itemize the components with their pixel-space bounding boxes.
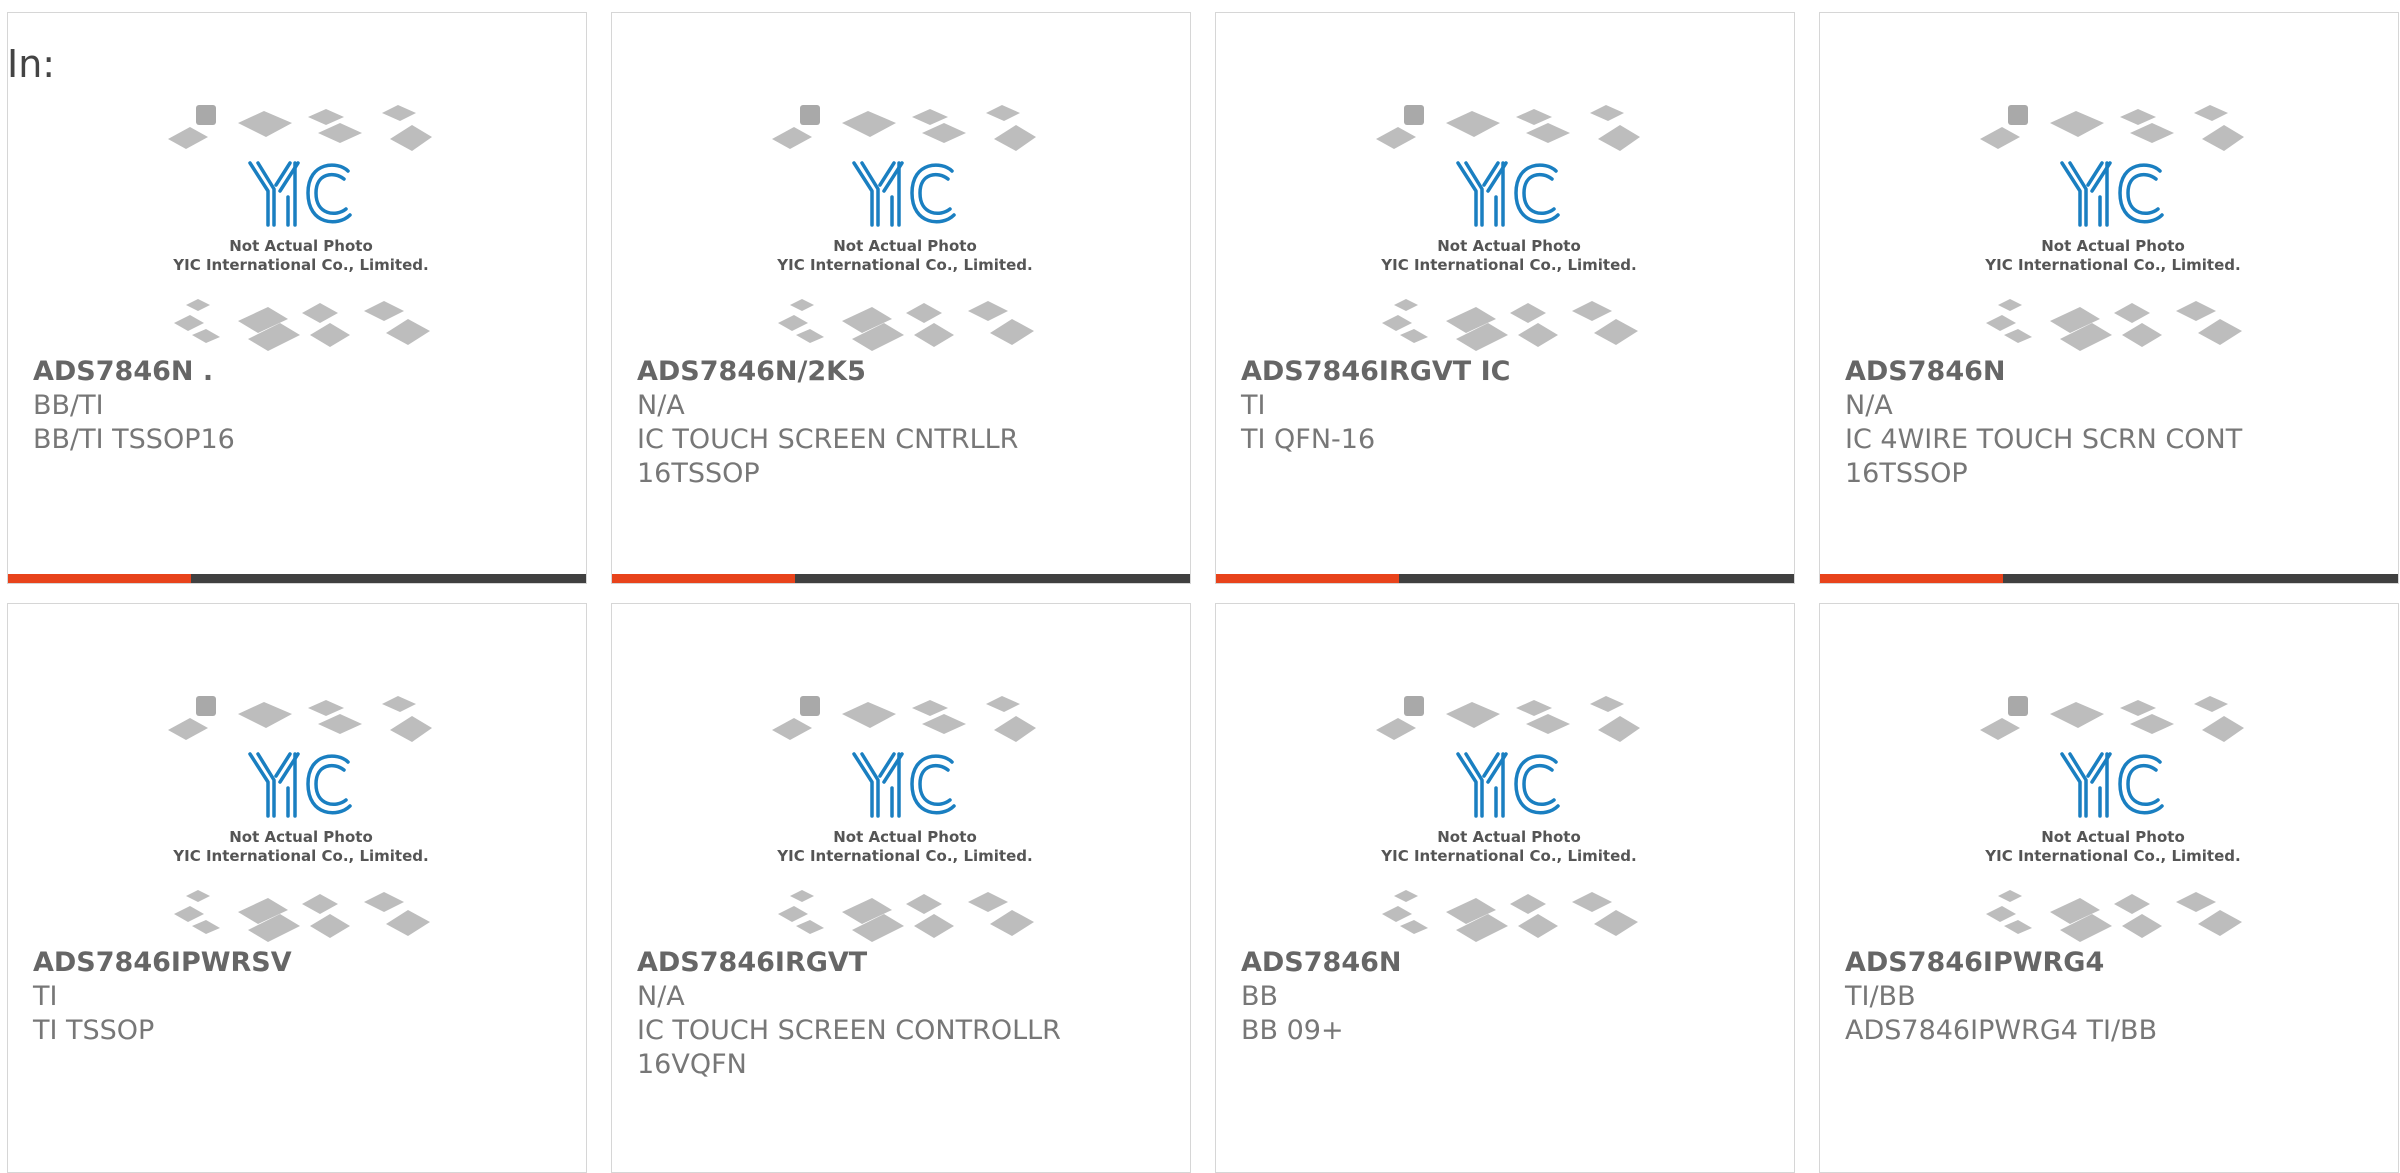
product-photo-placeholder[interactable]: Not Actual Photo YIC International Co., … — [772, 692, 1038, 948]
card-footer-accent — [8, 574, 191, 583]
product-card-6[interactable]: Not Actual Photo YIC International Co., … — [611, 603, 1191, 1173]
chip-cluster-bottom-icon — [1986, 299, 2242, 351]
card-footer-accent — [612, 574, 795, 583]
product-card-1[interactable]: Not Actual Photo YIC International Co., … — [7, 12, 587, 584]
card-footer-bar — [8, 574, 586, 583]
description: TI TSSOP — [33, 1015, 155, 1046]
chip-cluster-top-icon — [168, 105, 432, 151]
yic-logo-icon — [2060, 161, 2164, 227]
yic-logo-icon — [2060, 752, 2164, 818]
product-card-7[interactable]: Not Actual Photo YIC International Co., … — [1215, 603, 1795, 1173]
part-number[interactable]: ADS7846IRGVT — [637, 946, 1170, 980]
product-info: ADS7846IRGVT N/A IC TOUCH SCREEN CONTROL… — [637, 946, 1170, 1082]
description: BB 09+ — [1241, 1015, 1344, 1046]
yic-logo-icon — [248, 161, 352, 227]
part-number[interactable]: ADS7846N/2K5 — [637, 355, 1170, 389]
yic-logo-icon — [852, 161, 956, 227]
product-info: ADS7846IPWRSV TI TI TSSOP — [33, 946, 566, 1048]
description: IC 4WIRE TOUCH SCRN CONT 16TSSOP — [1845, 424, 2243, 489]
manufacturer: N/A — [637, 390, 685, 421]
chip-cluster-top-icon — [772, 696, 1036, 742]
photo-caption-line2: YIC International Co., Limited. — [1984, 847, 2240, 865]
product-card-3[interactable]: Not Actual Photo YIC International Co., … — [1215, 12, 1795, 584]
photo-caption-line1: Not Actual Photo — [833, 828, 977, 846]
product-photo-placeholder[interactable]: Not Actual Photo YIC International Co., … — [1980, 101, 2246, 357]
photo-caption-line1: Not Actual Photo — [1437, 237, 1581, 255]
photo-caption-line2: YIC International Co., Limited. — [172, 256, 428, 274]
chip-cluster-top-icon — [1980, 696, 2244, 742]
product-card-2[interactable]: Not Actual Photo YIC International Co., … — [611, 12, 1191, 584]
card-footer-bar — [1216, 574, 1794, 583]
part-number[interactable]: ADS7846IPWRG4 — [1845, 946, 2378, 980]
manufacturer: TI — [1241, 390, 1266, 421]
chip-cluster-bottom-icon — [174, 299, 430, 351]
part-number[interactable]: ADS7846IPWRSV — [33, 946, 566, 980]
product-info: ADS7846IRGVT IC TI TI QFN-16 — [1241, 355, 1774, 457]
part-number[interactable]: ADS7846IRGVT IC — [1241, 355, 1774, 389]
product-info: ADS7846N . BB/TI BB/TI TSSOP16 — [33, 355, 566, 457]
chip-cluster-top-icon — [168, 696, 432, 742]
photo-caption-line1: Not Actual Photo — [229, 237, 373, 255]
photo-caption-line2: YIC International Co., Limited. — [1380, 256, 1636, 274]
chip-cluster-bottom-icon — [778, 299, 1034, 351]
manufacturer: TI — [33, 981, 58, 1012]
manufacturer: BB — [1241, 981, 1279, 1012]
photo-caption-line2: YIC International Co., Limited. — [1984, 256, 2240, 274]
description: IC TOUCH SCREEN CNTRLLR 16TSSOP — [637, 424, 1019, 489]
photo-caption-line2: YIC International Co., Limited. — [1380, 847, 1636, 865]
card-footer-bar — [612, 574, 1190, 583]
photo-caption-line1: Not Actual Photo — [229, 828, 373, 846]
product-info: ADS7846N N/A IC 4WIRE TOUCH SCRN CONT 16… — [1845, 355, 2378, 491]
product-grid: Not Actual Photo YIC International Co., … — [0, 0, 2400, 1173]
product-card-4[interactable]: Not Actual Photo YIC International Co., … — [1819, 12, 2399, 584]
photo-caption-line1: Not Actual Photo — [1437, 828, 1581, 846]
chip-cluster-top-icon — [1376, 696, 1640, 742]
photo-caption-line1: Not Actual Photo — [2041, 237, 2185, 255]
manufacturer: BB/TI — [33, 390, 104, 421]
yic-logo-icon — [852, 752, 956, 818]
product-photo-placeholder[interactable]: Not Actual Photo YIC International Co., … — [168, 692, 434, 948]
chip-cluster-bottom-icon — [174, 890, 430, 942]
manufacturer: N/A — [637, 981, 685, 1012]
chip-cluster-bottom-icon — [778, 890, 1034, 942]
yic-logo-icon — [248, 752, 352, 818]
photo-caption-line2: YIC International Co., Limited. — [776, 256, 1032, 274]
product-card-8[interactable]: Not Actual Photo YIC International Co., … — [1819, 603, 2399, 1173]
photo-caption-line1: Not Actual Photo — [2041, 828, 2185, 846]
description: TI QFN-16 — [1241, 424, 1376, 455]
product-info: ADS7846N/2K5 N/A IC TOUCH SCREEN CNTRLLR… — [637, 355, 1170, 491]
manufacturer: TI/BB — [1845, 981, 1916, 1012]
card-footer-accent — [1216, 574, 1399, 583]
product-info: ADS7846N BB BB 09+ — [1241, 946, 1774, 1048]
in-label: In: — [7, 42, 56, 86]
product-photo-placeholder[interactable]: Not Actual Photo YIC International Co., … — [1376, 692, 1642, 948]
card-footer-bar — [1820, 574, 2398, 583]
chip-cluster-bottom-icon — [1986, 890, 2242, 942]
product-photo-placeholder[interactable]: Not Actual Photo YIC International Co., … — [1980, 692, 2246, 948]
yic-logo-icon — [1456, 161, 1560, 227]
description: BB/TI TSSOP16 — [33, 424, 235, 455]
chip-cluster-top-icon — [772, 105, 1036, 151]
part-number[interactable]: ADS7846N — [1241, 946, 1774, 980]
product-photo-placeholder[interactable]: Not Actual Photo YIC International Co., … — [168, 101, 434, 357]
product-card-5[interactable]: Not Actual Photo YIC International Co., … — [7, 603, 587, 1173]
product-photo-placeholder[interactable]: Not Actual Photo YIC International Co., … — [772, 101, 1038, 357]
photo-caption-line1: Not Actual Photo — [833, 237, 977, 255]
part-number[interactable]: ADS7846N . — [33, 355, 566, 389]
chip-cluster-top-icon — [1980, 105, 2244, 151]
description: ADS7846IPWRG4 TI/BB — [1845, 1015, 2158, 1046]
part-number[interactable]: ADS7846N — [1845, 355, 2378, 389]
product-info: ADS7846IPWRG4 TI/BB ADS7846IPWRG4 TI/BB — [1845, 946, 2378, 1048]
chip-cluster-top-icon — [1376, 105, 1640, 151]
card-footer-accent — [1820, 574, 2003, 583]
photo-caption-line2: YIC International Co., Limited. — [776, 847, 1032, 865]
product-photo-placeholder[interactable]: Not Actual Photo YIC International Co., … — [1376, 101, 1642, 357]
chip-cluster-bottom-icon — [1382, 890, 1638, 942]
manufacturer: N/A — [1845, 390, 1893, 421]
yic-logo-icon — [1456, 752, 1560, 818]
chip-cluster-bottom-icon — [1382, 299, 1638, 351]
photo-caption-line2: YIC International Co., Limited. — [172, 847, 428, 865]
description: IC TOUCH SCREEN CONTROLLR 16VQFN — [637, 1015, 1061, 1080]
